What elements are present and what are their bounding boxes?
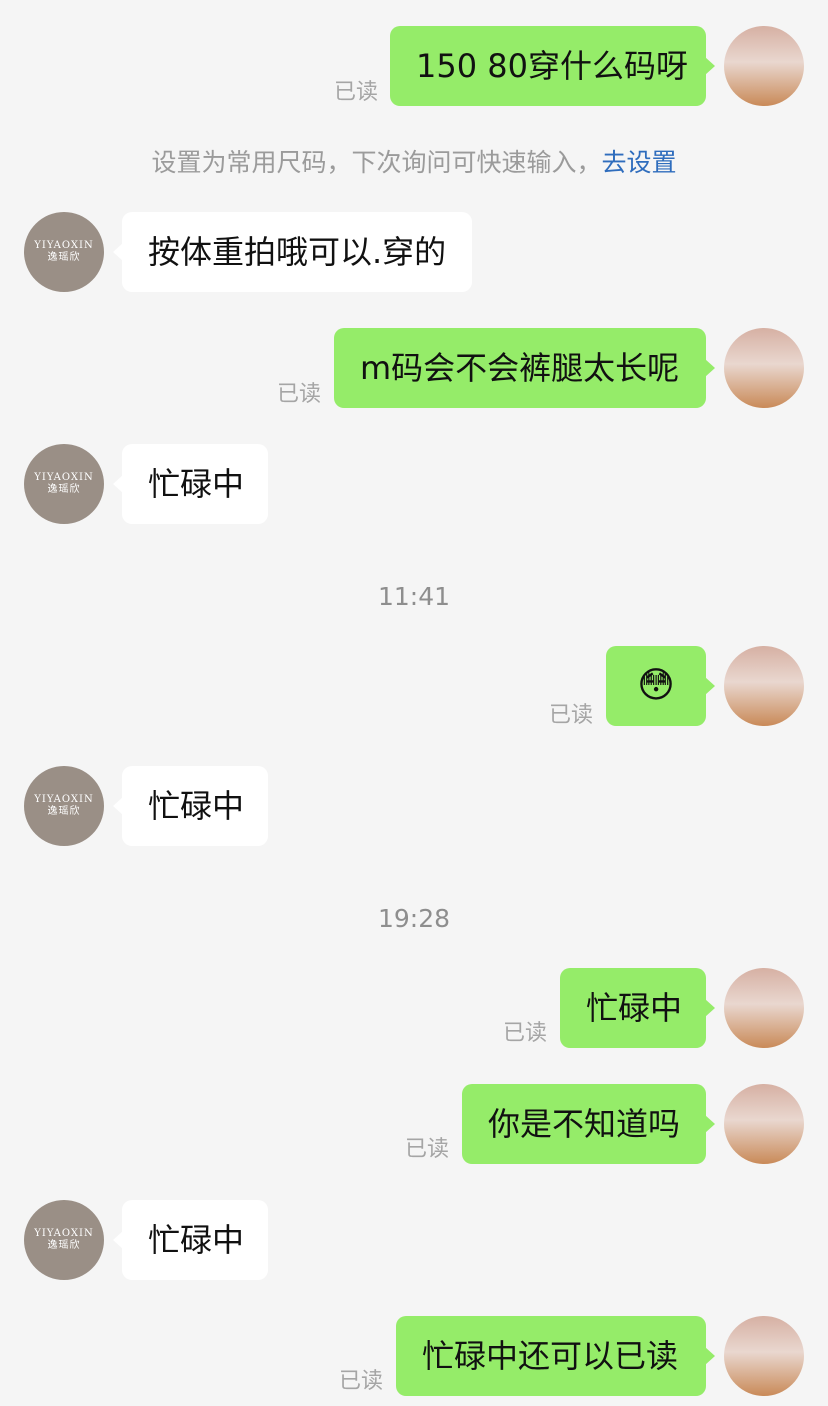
my-message-bubble[interactable]: m码会不会裤腿太长呢 bbox=[334, 328, 715, 408]
my-avatar[interactable] bbox=[724, 646, 804, 726]
merchant-brand-en: YIYAOXIN bbox=[34, 794, 94, 805]
my-avatar[interactable] bbox=[724, 26, 804, 106]
my-message-bubble[interactable]: 你是不知道吗 bbox=[462, 1084, 715, 1164]
merchant-avatar[interactable]: YIYAOXIN 逸瑶欣 bbox=[24, 212, 104, 292]
chat-area: 已读 150 80穿什么码呀 设置为常用尺码，下次询问可快速输入，去设置 YIY… bbox=[0, 0, 828, 1406]
merchant-message-bubble[interactable]: 忙碌中 bbox=[113, 444, 268, 524]
read-receipt: 已读 bbox=[277, 382, 322, 407]
merchant-avatar[interactable]: YIYAOXIN 逸瑶欣 bbox=[24, 444, 104, 524]
size-setting-notice: 设置为常用尺码，下次询问可快速输入，去设置 bbox=[0, 143, 828, 179]
my-message-bubble[interactable]: 150 80穿什么码呀 bbox=[390, 26, 715, 106]
my-message-bubble[interactable]: 忙碌中 bbox=[560, 968, 715, 1048]
merchant-brand-cn: 逸瑶欣 bbox=[47, 806, 81, 817]
read-receipt: 已读 bbox=[549, 703, 594, 728]
my-emoji-bubble[interactable]: 😳 bbox=[606, 646, 715, 726]
merchant-avatar[interactable]: YIYAOXIN 逸瑶欣 bbox=[24, 766, 104, 846]
my-message-bubble[interactable]: 忙碌中还可以已读 bbox=[396, 1316, 715, 1396]
my-avatar[interactable] bbox=[724, 1084, 804, 1164]
my-avatar[interactable] bbox=[724, 1316, 804, 1396]
size-setting-notice-text: 设置为常用尺码，下次询问可快速输入， bbox=[151, 148, 602, 177]
merchant-brand-en: YIYAOXIN bbox=[34, 240, 94, 251]
merchant-brand-cn: 逸瑶欣 bbox=[47, 1240, 81, 1251]
merchant-message-bubble[interactable]: 按体重拍哦可以.穿的 bbox=[113, 212, 472, 292]
read-receipt: 已读 bbox=[405, 1137, 450, 1162]
go-settings-link[interactable]: 去设置 bbox=[602, 148, 677, 177]
merchant-message-bubble[interactable]: 忙碌中 bbox=[113, 1200, 268, 1280]
merchant-avatar[interactable]: YIYAOXIN 逸瑶欣 bbox=[24, 1200, 104, 1280]
my-avatar[interactable] bbox=[724, 328, 804, 408]
timestamp: 11:41 bbox=[377, 582, 451, 611]
merchant-brand-cn: 逸瑶欣 bbox=[47, 484, 81, 495]
merchant-brand-en: YIYAOXIN bbox=[34, 472, 94, 483]
timestamp: 19:28 bbox=[377, 904, 451, 933]
merchant-brand-en: YIYAOXIN bbox=[34, 1228, 94, 1239]
my-avatar[interactable] bbox=[724, 968, 804, 1048]
read-receipt: 已读 bbox=[339, 1369, 384, 1394]
read-receipt: 已读 bbox=[334, 80, 379, 105]
merchant-message-bubble[interactable]: 忙碌中 bbox=[113, 766, 268, 846]
merchant-brand-cn: 逸瑶欣 bbox=[47, 252, 81, 263]
read-receipt: 已读 bbox=[503, 1021, 548, 1046]
